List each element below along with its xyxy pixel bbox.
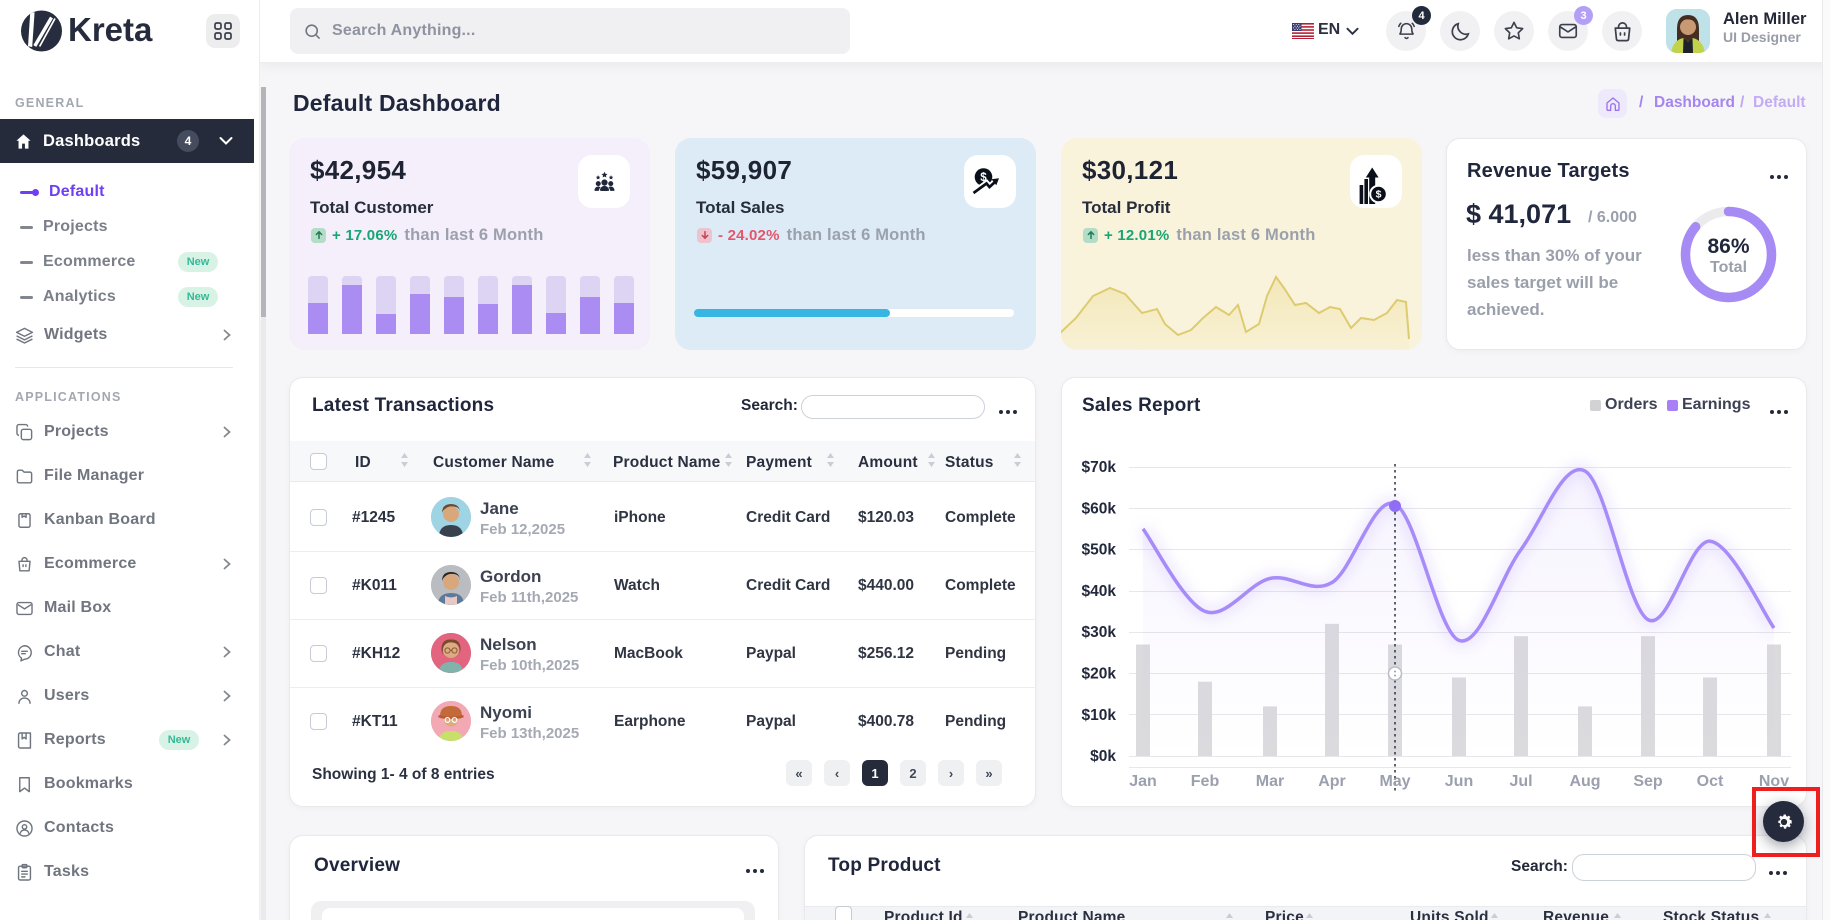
svg-text:Jul: Jul	[1509, 773, 1532, 790]
svg-text:Oct: Oct	[1697, 773, 1724, 790]
svg-text:Apr: Apr	[1318, 773, 1346, 790]
svg-text:$30k: $30k	[1082, 624, 1117, 641]
svg-text:$20k: $20k	[1082, 666, 1117, 683]
svg-text:Feb: Feb	[1191, 773, 1220, 790]
svg-text:Mar: Mar	[1256, 773, 1284, 790]
svg-text:$60k: $60k	[1082, 500, 1117, 517]
svg-text:$70k: $70k	[1082, 459, 1117, 476]
svg-text:Aug: Aug	[1569, 773, 1600, 790]
svg-text:Sep: Sep	[1633, 773, 1663, 790]
svg-text:$10k: $10k	[1082, 707, 1117, 724]
svg-text:Jun: Jun	[1445, 773, 1473, 790]
svg-text:Jan: Jan	[1129, 773, 1157, 790]
svg-text:May: May	[1379, 773, 1410, 790]
svg-text:$40k: $40k	[1082, 583, 1117, 600]
svg-text:$50k: $50k	[1082, 542, 1117, 559]
svg-text:$0k: $0k	[1090, 748, 1116, 765]
